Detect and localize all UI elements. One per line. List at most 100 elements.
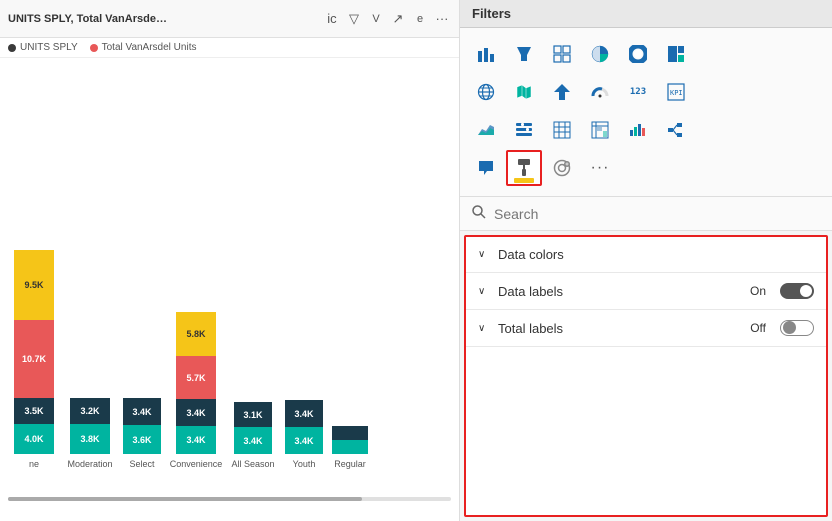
bar-label: 3.4K: [243, 436, 262, 446]
filters-title: Filters: [472, 6, 511, 21]
data-colors-header[interactable]: ∨ Data colors: [466, 237, 826, 272]
search-area: [460, 197, 832, 231]
viz-decomp-btn[interactable]: [658, 112, 694, 148]
bar-label: 3.5K: [24, 406, 43, 416]
legend-dot-sply: [8, 44, 16, 52]
viz-number-btn[interactable]: 123: [620, 74, 656, 110]
e-icon[interactable]: e: [411, 10, 429, 28]
bar-x-label-ne: ne: [29, 459, 39, 469]
viz-kpi-btn[interactable]: KPI: [658, 74, 694, 110]
bar-label: 9.5K: [24, 280, 43, 290]
total-labels-toggle-label: Off: [750, 321, 766, 335]
selected-underline: [514, 178, 534, 181]
viz-icons-row-2: 123 KPI: [468, 74, 824, 110]
bar-x-label-convenience: Convenience: [170, 459, 223, 469]
total-labels-header[interactable]: ∨ Total labels Off: [466, 310, 826, 346]
bar-segment: 3.8K: [70, 424, 110, 454]
viz-treemap-btn[interactable]: [658, 36, 694, 72]
legend-item-units-sply: UNITS SPLY: [8, 42, 78, 53]
legend-label-vanarsdel: Total VanArsdel Units: [102, 42, 197, 53]
viz-globe-btn[interactable]: [468, 74, 504, 110]
total-labels-toggle[interactable]: [780, 320, 814, 336]
viz-icons-row-3: [468, 112, 824, 148]
bar-segment: 3.6K: [123, 425, 161, 454]
bar-group-select: 3.4K 3.6K Select: [120, 250, 164, 469]
bar-label: 3.4K: [186, 435, 205, 445]
viz-pie-btn[interactable]: [582, 36, 618, 72]
bar-group-regular: Regular: [330, 256, 370, 469]
viz-gauge-btn[interactable]: [582, 74, 618, 110]
total-labels-label: Total labels: [498, 321, 742, 336]
filters-header: Filters: [460, 0, 832, 28]
viz-bar-chart-btn[interactable]: [468, 36, 504, 72]
viz-waterfall-btn[interactable]: [620, 112, 656, 148]
chart-scrollbar-thumb: [8, 497, 362, 501]
viz-funnel-btn[interactable]: [506, 36, 542, 72]
viz-more-btn[interactable]: ···: [582, 150, 618, 186]
data-colors-label: Data colors: [498, 247, 814, 262]
more-dots: ···: [591, 159, 610, 177]
bar-group-moderation: 3.2K 3.8K Moderation: [64, 250, 116, 469]
bar-segment: 3.2K: [70, 398, 110, 424]
viz-arrow-btn[interactable]: [544, 74, 580, 110]
format-section-data-labels: ∨ Data labels On: [466, 273, 826, 310]
svg-text:KPI: KPI: [670, 89, 683, 97]
viz-analytics-btn[interactable]: [544, 150, 580, 186]
bar-label: 3.4K: [294, 409, 313, 419]
chart-scrollbar[interactable]: [8, 497, 451, 501]
bar-segment: 3.4K: [234, 427, 272, 454]
v-icon[interactable]: V: [367, 10, 385, 28]
bar-group-ne: 9.5K 10.7K 3.5K 4.0K ne: [8, 250, 60, 469]
viz-format-btn[interactable]: [506, 150, 542, 186]
filter-icon[interactable]: ▽: [345, 10, 363, 28]
bar-group-convenience: 5.8K 5.7K 3.4K 3.4K Convenience: [168, 312, 224, 469]
bar-segment: 5.7K: [176, 356, 216, 399]
data-labels-toggle-label: On: [750, 284, 766, 298]
expand-icon[interactable]: ↗: [389, 10, 407, 28]
viz-speech-btn[interactable]: [468, 150, 504, 186]
bar-label: 3.6K: [132, 435, 151, 445]
search-input[interactable]: [494, 206, 820, 222]
viz-filled-map-btn[interactable]: [506, 74, 542, 110]
bar-segment: 4.0K: [14, 424, 54, 454]
search-icon: [472, 205, 486, 222]
bar-segment: 3.5K: [14, 398, 54, 424]
data-labels-label: Data labels: [498, 284, 742, 299]
bar-label: 4.0K: [24, 434, 43, 444]
viz-matrix-btn[interactable]: [582, 112, 618, 148]
bar-segment: 3.4K: [176, 399, 216, 426]
chart-legend: UNITS SPLY Total VanArsdel Units: [0, 38, 459, 58]
data-labels-toggle-wrap: On: [750, 283, 814, 299]
viz-scatter-btn[interactable]: [544, 36, 580, 72]
viz-icons-row-4: ···: [468, 150, 824, 186]
format-section-data-colors: ∨ Data colors: [466, 237, 826, 273]
data-labels-header[interactable]: ∨ Data labels On: [466, 273, 826, 309]
viz-area-chart-btn[interactable]: [468, 112, 504, 148]
bar-group-youth: 3.4K 3.4K Youth: [282, 312, 326, 469]
bar-label: 3.4K: [186, 408, 205, 418]
bar-x-label-select: Select: [129, 459, 154, 469]
data-labels-toggle[interactable]: [780, 283, 814, 299]
chart-bars-area: 9.5K 10.7K 3.5K 4.0K ne 3.2K: [0, 58, 459, 509]
bar-x-label-allseason: All Season: [231, 459, 274, 469]
bar-segment: 3.4K: [285, 427, 323, 454]
format-options-panel: ∨ Data colors ∨ Data labels On ∨ Tota: [464, 235, 828, 517]
format-section-total-labels: ∨ Total labels Off: [466, 310, 826, 347]
bar-label: 5.7K: [186, 373, 205, 383]
bar-segment: 3.4K: [123, 398, 161, 425]
bar-segment: 3.4K: [285, 400, 323, 427]
more-icon[interactable]: ···: [433, 10, 451, 28]
bar-label: 10.7K: [22, 354, 46, 364]
bar-x-label-regular: Regular: [334, 459, 366, 469]
viz-filter-btn[interactable]: [506, 112, 542, 148]
bar-x-label-moderation: Moderation: [67, 459, 112, 469]
total-labels-chevron: ∨: [478, 323, 490, 334]
viz-icons-row-1: [468, 36, 824, 72]
bar-segment: 3.1K: [234, 402, 272, 427]
ic-icon[interactable]: ic: [323, 10, 341, 28]
bar-label: 3.1K: [243, 410, 262, 420]
bar-label: 3.4K: [132, 407, 151, 417]
right-panel: Filters: [460, 0, 832, 521]
viz-table-btn[interactable]: [544, 112, 580, 148]
viz-donut-btn[interactable]: [620, 36, 656, 72]
